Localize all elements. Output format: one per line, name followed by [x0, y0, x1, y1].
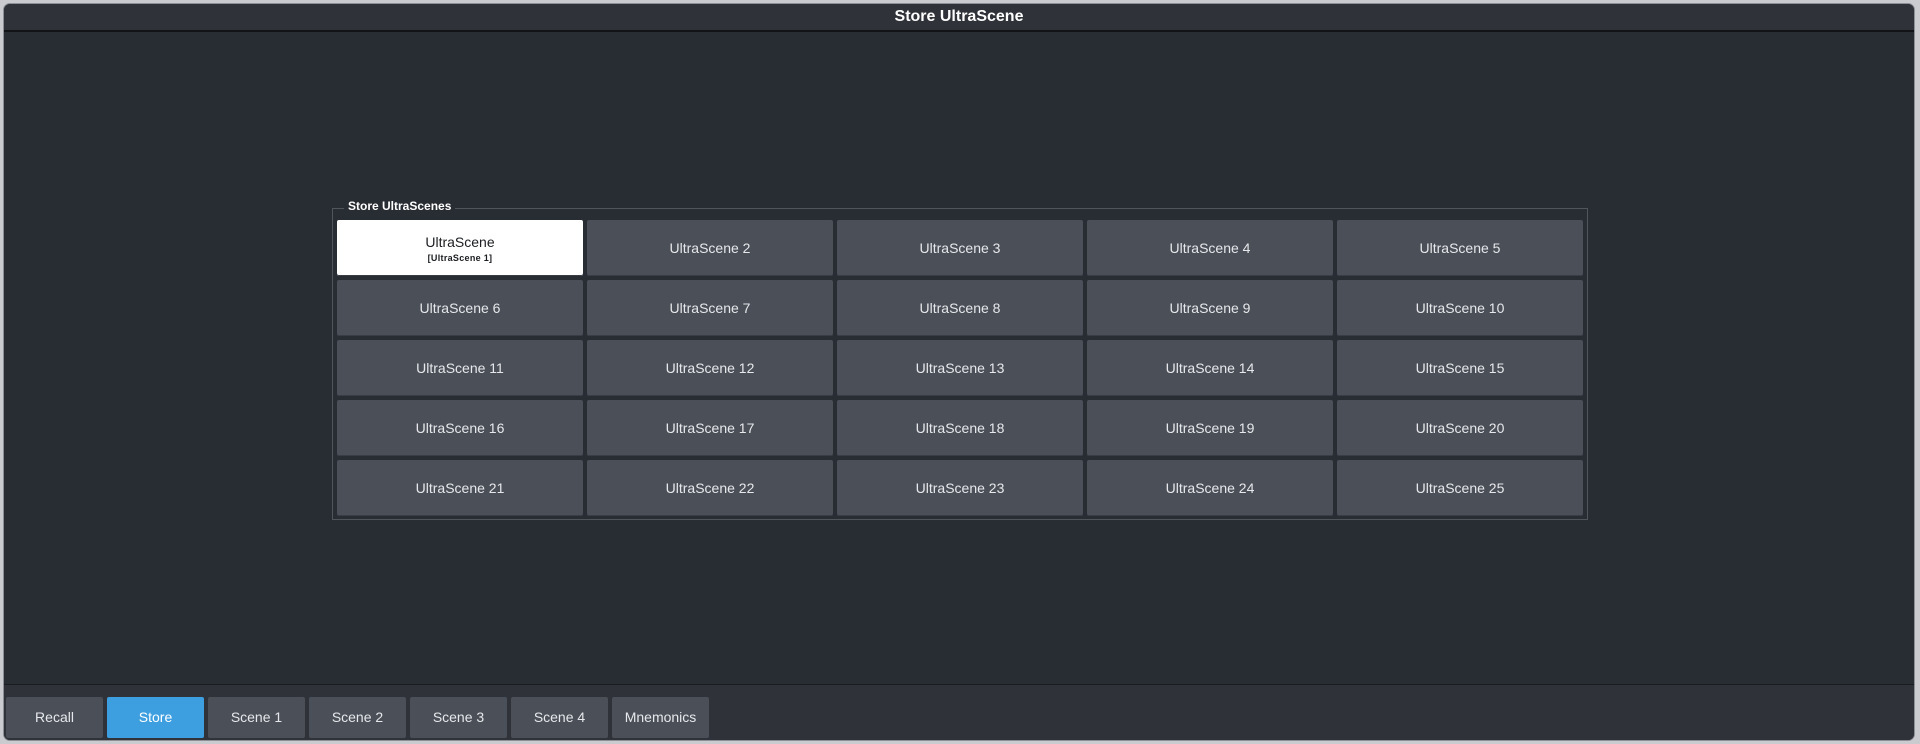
ultrascene-label: UltraScene 13	[915, 360, 1005, 376]
ultrascene-label: UltraScene 24	[1165, 480, 1255, 496]
window-title: Store UltraScene	[4, 4, 1914, 32]
ultrascene-button-17[interactable]: UltraScene 17	[587, 400, 833, 456]
tab-recall[interactable]: Recall	[6, 697, 103, 738]
ultrascene-label: UltraScene 8	[919, 300, 1001, 316]
ultrascene-button-24[interactable]: UltraScene 24	[1087, 460, 1333, 516]
ultrascene-label: UltraScene 10	[1415, 300, 1505, 316]
ultrascene-button-12[interactable]: UltraScene 12	[587, 340, 833, 396]
ultrascene-button-6[interactable]: UltraScene 6	[337, 280, 583, 336]
ultrascene-button-15[interactable]: UltraScene 15	[1337, 340, 1583, 396]
panel-title: Store UltraScenes	[344, 198, 456, 214]
ultrascene-button-18[interactable]: UltraScene 18	[837, 400, 1083, 456]
ultrascene-button-9[interactable]: UltraScene 9	[1087, 280, 1333, 336]
ultrascene-button-25[interactable]: UltraScene 25	[1337, 460, 1583, 516]
ultrascene-label: UltraScene 5	[1419, 240, 1501, 256]
ultrascene-label: UltraScene 11	[416, 360, 504, 376]
ultrascene-button-5[interactable]: UltraScene 5	[1337, 220, 1583, 276]
tab-store[interactable]: Store	[107, 697, 204, 738]
ultrascene-label: UltraScene 19	[1165, 420, 1255, 436]
ultrascene-label: UltraScene 18	[915, 420, 1005, 436]
ultrascene-button-11[interactable]: UltraScene 11	[337, 340, 583, 396]
ultrascene-label: UltraScene 22	[665, 480, 755, 496]
ultrascene-label: UltraScene 25	[1415, 480, 1505, 496]
ultrascene-label: UltraScene 20	[1415, 420, 1505, 436]
ultrascene-button-14[interactable]: UltraScene 14	[1087, 340, 1333, 396]
ultrascene-sublabel: [UltraScene 1]	[427, 252, 493, 263]
tab-scene-2[interactable]: Scene 2	[309, 697, 406, 738]
tab-mnemonics[interactable]: Mnemonics	[612, 697, 709, 738]
ultrascene-button-3[interactable]: UltraScene 3	[837, 220, 1083, 276]
ultrascene-label: UltraScene 16	[415, 420, 505, 436]
ultrascene-label: UltraScene 4	[1169, 240, 1251, 256]
ultrascene-button-23[interactable]: UltraScene 23	[837, 460, 1083, 516]
ultrascene-button-10[interactable]: UltraScene 10	[1337, 280, 1583, 336]
ultrascene-button-4[interactable]: UltraScene 4	[1087, 220, 1333, 276]
ultrascene-label: UltraScene 7	[669, 300, 751, 316]
ultrascene-button-22[interactable]: UltraScene 22	[587, 460, 833, 516]
ultrascene-label: UltraScene 6	[419, 300, 501, 316]
ultrascene-grid: UltraScene [UltraScene 1] UltraScene 2 U…	[337, 220, 1587, 518]
bottom-tab-bar: Recall Store Scene 1 Scene 2 Scene 3 Sce…	[4, 684, 1914, 740]
tab-scene-4[interactable]: Scene 4	[511, 697, 608, 738]
ultrascene-label: UltraScene 12	[665, 360, 755, 376]
store-ultrascene-window: Store UltraScene Store UltraScenes Ultra…	[3, 3, 1915, 741]
ultrascene-button-2[interactable]: UltraScene 2	[587, 220, 833, 276]
ultrascene-button-20[interactable]: UltraScene 20	[1337, 400, 1583, 456]
ultrascene-label: UltraScene 14	[1165, 360, 1255, 376]
ultrascene-button-13[interactable]: UltraScene 13	[837, 340, 1083, 396]
ultrascene-label: UltraScene 9	[1169, 300, 1251, 316]
ultrascene-button-7[interactable]: UltraScene 7	[587, 280, 833, 336]
ultrascene-label: UltraScene 23	[915, 480, 1005, 496]
ultrascene-label: UltraScene 21	[415, 480, 505, 496]
ultrascene-label: UltraScene 3	[919, 240, 1001, 256]
ultrascene-label: UltraScene 15	[1415, 360, 1505, 376]
ultrascene-label: UltraScene	[425, 233, 495, 250]
ultrascene-button-1[interactable]: UltraScene [UltraScene 1]	[337, 220, 583, 276]
ultrascene-button-16[interactable]: UltraScene 16	[337, 400, 583, 456]
ultrascene-label: UltraScene 17	[665, 420, 755, 436]
tab-scene-1[interactable]: Scene 1	[208, 697, 305, 738]
ultrascene-button-19[interactable]: UltraScene 19	[1087, 400, 1333, 456]
tab-scene-3[interactable]: Scene 3	[410, 697, 507, 738]
ultrascene-button-8[interactable]: UltraScene 8	[837, 280, 1083, 336]
ultrascene-button-21[interactable]: UltraScene 21	[337, 460, 583, 516]
ultrascene-label: UltraScene 2	[669, 240, 751, 256]
